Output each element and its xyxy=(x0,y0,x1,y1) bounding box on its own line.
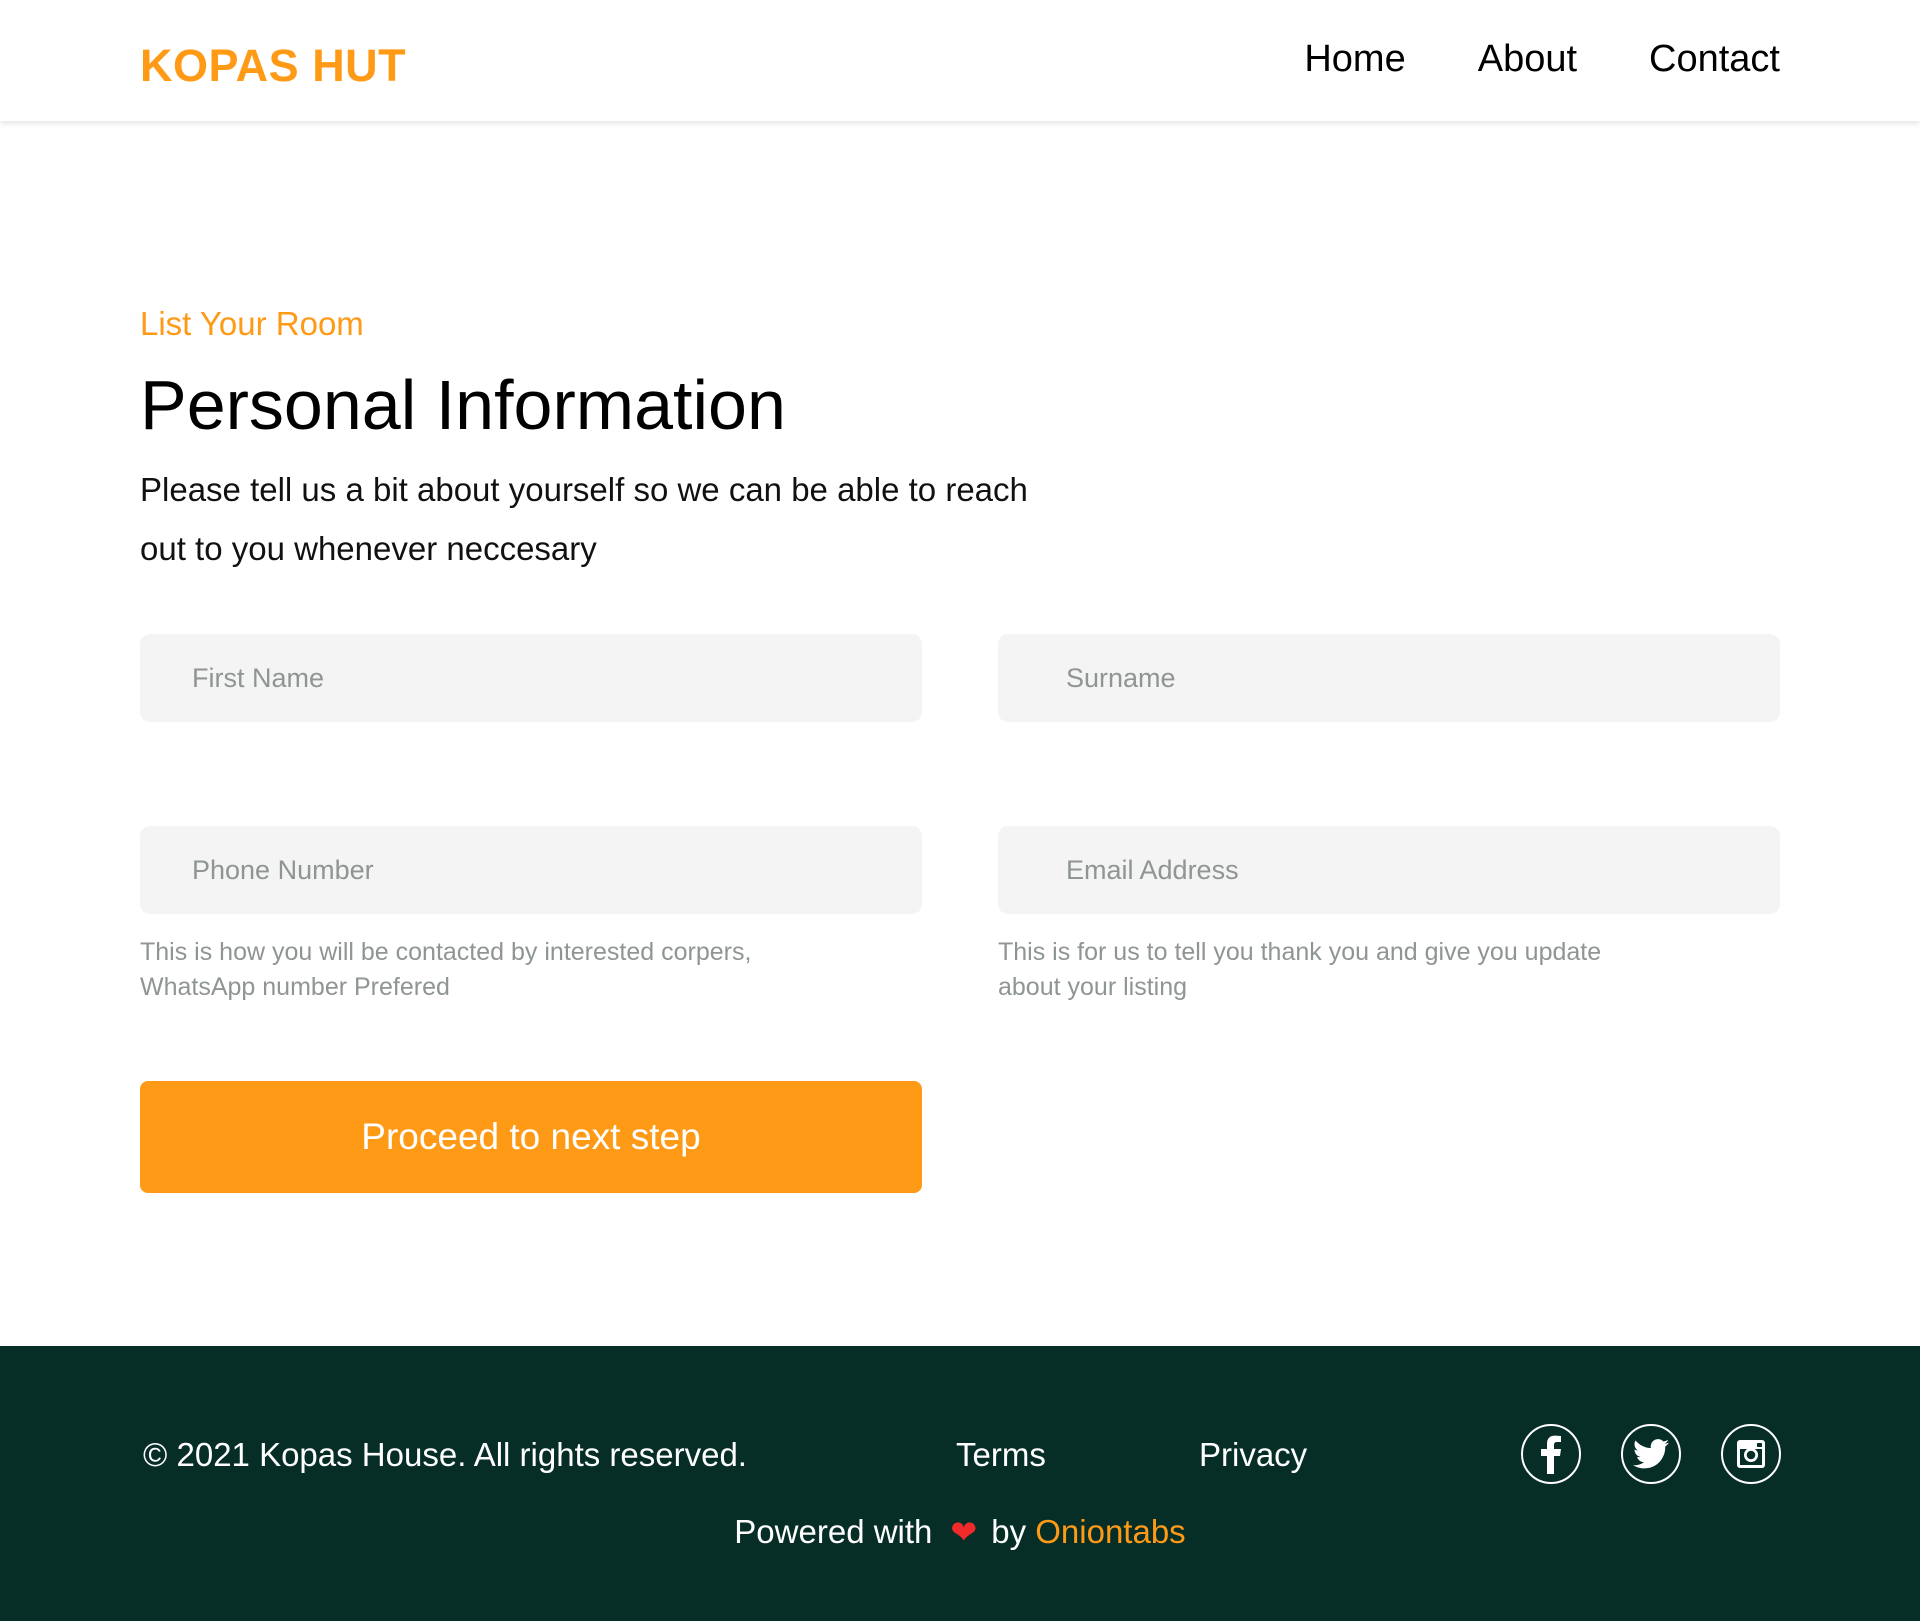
powered-prefix: Powered with xyxy=(734,1513,933,1550)
main-nav: Home About Contact xyxy=(1304,38,1780,81)
phone-number-input[interactable] xyxy=(140,826,922,914)
email-hint: This is for us to tell you thank you and… xyxy=(998,935,1658,1005)
page-title: Personal Information xyxy=(140,366,786,444)
site-footer: © 2021 Kopas House. All rights reserved.… xyxy=(0,1346,1920,1621)
phone-hint: This is how you will be contacted by int… xyxy=(140,935,800,1005)
site-logo[interactable]: KOPAS HUT xyxy=(140,40,406,92)
site-header: KOPAS HUT Home About Contact xyxy=(0,0,1920,121)
heart-icon: ❤ xyxy=(950,1514,978,1550)
twitter-link[interactable] xyxy=(1621,1424,1681,1484)
phone-hint-line: WhatsApp number Prefered xyxy=(140,973,450,1001)
copyright-text: © 2021 Kopas House. All rights reserved. xyxy=(143,1436,747,1473)
powered-by: Powered with ❤ by Oniontabs xyxy=(0,1513,1920,1551)
nav-home-link[interactable]: Home xyxy=(1304,38,1405,81)
instagram-icon xyxy=(1737,1440,1765,1468)
nav-about-link[interactable]: About xyxy=(1478,38,1577,81)
twitter-icon xyxy=(1633,1439,1669,1469)
phone-hint-line: This is how you will be contacted by int… xyxy=(140,938,752,966)
surname-input[interactable] xyxy=(998,634,1780,722)
intro-text: Please tell us a bit about yourself so w… xyxy=(140,460,1040,578)
email-address-input[interactable] xyxy=(998,826,1780,914)
section-eyebrow: List Your Room xyxy=(140,305,364,342)
intro-line: Please tell us a bit about yourself so w… xyxy=(140,471,1028,508)
nav-contact-link[interactable]: Contact xyxy=(1649,38,1780,81)
first-name-input[interactable] xyxy=(140,634,922,722)
powered-by-word: by xyxy=(991,1513,1027,1550)
proceed-next-step-button[interactable]: Proceed to next step xyxy=(140,1081,922,1193)
intro-line: out to you whenever neccesary xyxy=(140,530,597,567)
privacy-link[interactable]: Privacy xyxy=(1199,1436,1307,1474)
terms-link[interactable]: Terms xyxy=(956,1436,1046,1474)
facebook-link[interactable] xyxy=(1521,1424,1581,1484)
facebook-icon xyxy=(1541,1435,1561,1474)
email-hint-line: about your listing xyxy=(998,973,1188,1001)
instagram-link[interactable] xyxy=(1721,1424,1781,1484)
oniontabs-link[interactable]: Oniontabs xyxy=(1035,1513,1185,1550)
email-hint-line: This is for us to tell you thank you and… xyxy=(998,938,1602,966)
